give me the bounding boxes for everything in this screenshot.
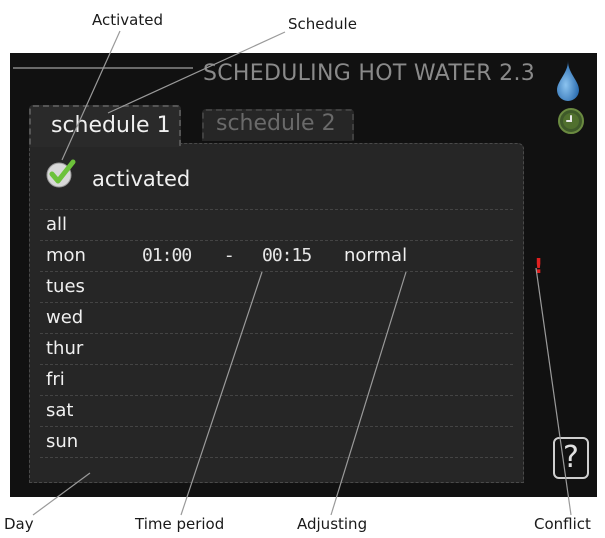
water-drop-icon: [557, 61, 579, 101]
check-icon[interactable]: [46, 159, 76, 189]
header-rule: [13, 67, 193, 69]
device-screen: SCHEDULING HOT WATER 2.3 schedule 2 sche…: [10, 53, 597, 497]
schedule-row-wed[interactable]: wed: [40, 302, 513, 333]
tab-schedule-2[interactable]: schedule 2: [202, 109, 354, 141]
clock-icon: [558, 108, 584, 134]
callout-activated: Activated: [92, 11, 163, 29]
day-label: fri: [46, 369, 65, 390]
schedule-row-fri[interactable]: fri: [40, 364, 513, 395]
callout-day: Day: [4, 515, 34, 533]
time-separator: -: [226, 245, 233, 266]
schedule-row-tues[interactable]: tues: [40, 271, 513, 302]
schedule-row-all[interactable]: all: [40, 209, 513, 240]
screen-title: SCHEDULING HOT WATER 2.3: [203, 61, 536, 86]
day-label: mon: [46, 245, 86, 266]
callout-conflict: Conflict: [534, 515, 591, 533]
help-button[interactable]: ?: [553, 437, 589, 479]
tab-label: schedule 2: [216, 111, 336, 136]
schedule-row-thur[interactable]: thur: [40, 333, 513, 364]
schedule-row-sat[interactable]: sat: [40, 395, 513, 426]
start-time: 01:00: [142, 245, 192, 266]
day-label: wed: [46, 307, 84, 328]
callout-adjusting: Adjusting: [297, 515, 368, 533]
schedule-row-mon[interactable]: mon 01:00 - 00:15 normal: [40, 240, 513, 271]
day-label: all: [46, 214, 68, 235]
day-label: sat: [46, 400, 74, 421]
schedule-row-sun[interactable]: sun: [40, 426, 513, 458]
tab-schedule-1[interactable]: schedule 1: [29, 105, 181, 147]
day-label: sun: [46, 431, 79, 452]
day-label: tues: [46, 276, 85, 297]
callout-schedule: Schedule: [288, 15, 357, 33]
conflict-indicator: !: [534, 254, 544, 278]
end-time: 00:15: [262, 245, 312, 266]
activated-label: activated: [92, 167, 191, 191]
tab-label: schedule 1: [51, 113, 171, 138]
callout-time-period: Time period: [135, 515, 225, 533]
schedule-list: all mon 01:00 - 00:15 normal tues wed th…: [40, 209, 513, 458]
day-label: thur: [46, 338, 84, 359]
mode-label: normal: [344, 245, 408, 266]
